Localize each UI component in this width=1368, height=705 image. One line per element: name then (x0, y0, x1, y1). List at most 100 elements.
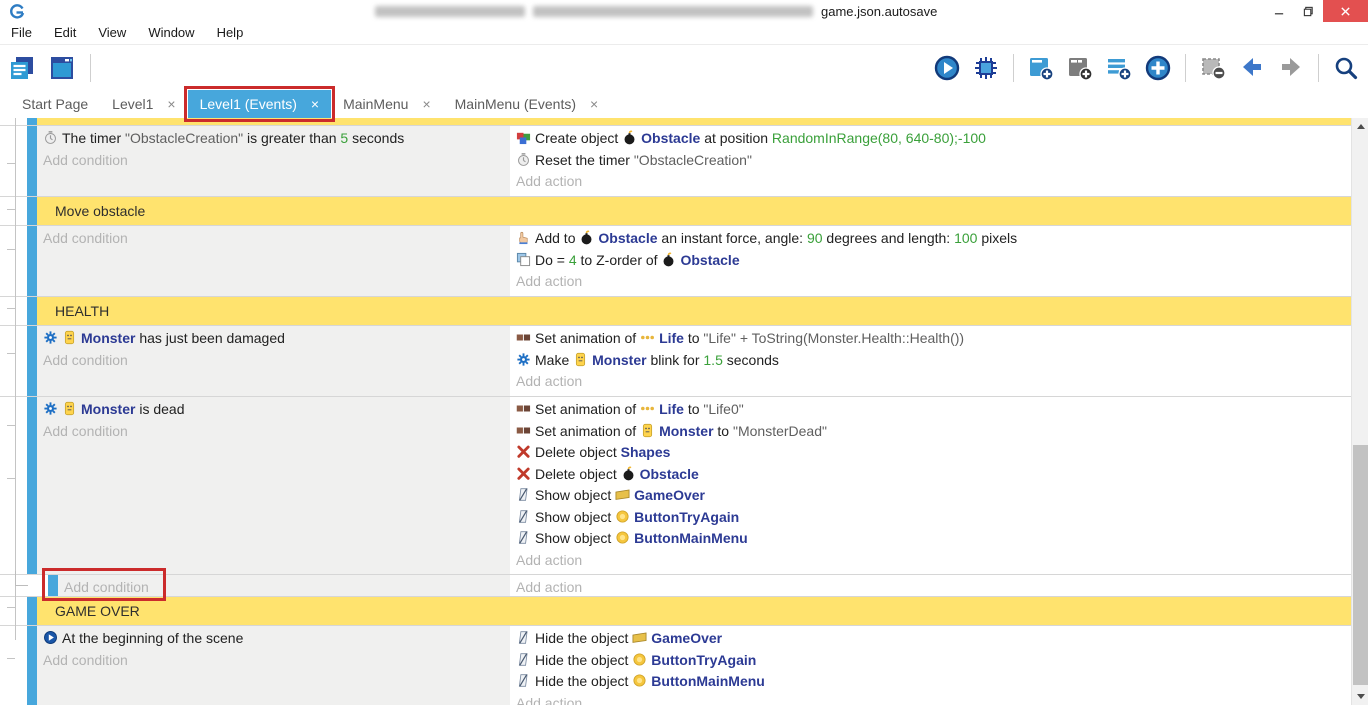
maximize-button[interactable] (1294, 0, 1323, 22)
menu-edit[interactable]: Edit (43, 22, 87, 44)
add-action-button[interactable]: Add action (516, 171, 1351, 193)
event-drag-handle[interactable] (27, 118, 37, 125)
tab-start-page[interactable]: Start Page (10, 90, 100, 118)
tab-level1[interactable]: Level1× (100, 90, 187, 118)
action-line[interactable]: Hide the object ButtonTryAgain (516, 650, 1351, 672)
action-line[interactable]: Reset the timer "ObstacleCreation" (516, 150, 1351, 172)
action-line[interactable]: Do = 4 to Z-order of Obstacle (516, 250, 1351, 272)
add-condition-button[interactable]: Add condition (43, 421, 510, 443)
add-circle-icon[interactable] (1144, 54, 1172, 82)
action-line[interactable]: Delete object Shapes (516, 442, 1351, 464)
condition-line[interactable]: Monster has just been damaged (43, 328, 510, 350)
actions-column: Set animation of Life to "Life0"Set anim… (510, 397, 1351, 574)
add-condition-button[interactable]: Add condition (43, 150, 510, 172)
close-tab-icon[interactable]: × (590, 96, 598, 112)
scrollbar-thumb[interactable] (1353, 445, 1368, 685)
action-line[interactable]: Show object ButtonTryAgain (516, 507, 1351, 529)
comment-text[interactable] (37, 118, 1351, 125)
add-condition-button[interactable]: Add condition (43, 350, 510, 372)
event-drag-handle[interactable] (27, 597, 37, 625)
close-tab-icon[interactable]: × (167, 96, 175, 112)
add-condition-button[interactable]: Add condition (64, 577, 510, 596)
add-subevent-icon[interactable] (1066, 54, 1094, 82)
tab-mainmenu-events[interactable]: MainMenu (Events)× (443, 90, 611, 118)
toolbar-left (8, 45, 93, 90)
undo-icon[interactable] (1238, 54, 1266, 82)
event-row: The timer "ObstacleCreation" is greater … (0, 126, 1351, 197)
add-condition-button[interactable]: Add condition (43, 228, 510, 250)
comment-row[interactable]: GAME OVER (0, 597, 1351, 626)
menu-view[interactable]: View (87, 22, 137, 44)
text-segment: Obstacle (640, 466, 699, 482)
text-segment: The timer (62, 130, 125, 146)
comment-row[interactable]: HEALTH (0, 297, 1351, 326)
comment-text[interactable]: Move obstacle (37, 197, 1351, 225)
menu-file[interactable]: File (0, 22, 43, 44)
add-comment-icon[interactable] (1105, 54, 1133, 82)
add-action-button[interactable]: Add action (516, 371, 1351, 393)
comment-text[interactable]: GAME OVER (37, 597, 1351, 625)
debug-icon[interactable] (972, 54, 1000, 82)
search-icon[interactable] (1332, 54, 1360, 82)
close-tab-icon[interactable]: × (422, 96, 430, 112)
action-line[interactable]: Hide the object GameOver (516, 628, 1351, 650)
comment-row[interactable]: Move obstacle (0, 197, 1351, 226)
event-drag-handle[interactable] (27, 397, 37, 574)
add-action-button[interactable]: Add action (516, 271, 1351, 293)
add-action-button[interactable]: Add action (516, 577, 1351, 596)
tab-mainmenu[interactable]: MainMenu× (331, 90, 443, 118)
vertical-scrollbar[interactable] (1351, 118, 1368, 705)
condition-line[interactable]: Monster is dead (43, 399, 510, 421)
menu-window[interactable]: Window (137, 22, 205, 44)
action-line[interactable]: Set animation of Monster to "MonsterDead… (516, 421, 1351, 443)
add-condition-button[interactable]: Add condition (43, 650, 510, 672)
window-title: game.json.autosave (375, 3, 937, 19)
scroll-up-icon[interactable] (1352, 118, 1368, 135)
action-line[interactable]: Delete object Obstacle (516, 464, 1351, 486)
condition-line[interactable]: At the beginning of the scene (43, 628, 510, 650)
event-drag-handle[interactable] (27, 297, 37, 325)
event-drag-handle[interactable] (27, 197, 37, 225)
text-segment: Delete object (535, 444, 621, 460)
redo-icon[interactable] (1277, 54, 1305, 82)
event-drag-handle[interactable] (27, 226, 37, 296)
add-action-button[interactable]: Add action (516, 550, 1351, 572)
comment-text[interactable]: HEALTH (37, 297, 1351, 325)
tab-level1-events[interactable]: Level1 (Events)× (188, 90, 331, 118)
action-line[interactable]: Make Monster blink for 1.5 seconds (516, 350, 1351, 372)
tab-label: Start Page (22, 96, 88, 112)
conditions-column: Monster has just been damagedAdd conditi… (37, 326, 510, 396)
close-tab-icon[interactable]: × (311, 96, 319, 112)
comment-row[interactable] (0, 118, 1351, 126)
action-line[interactable]: Set animation of Life to "Life" + ToStri… (516, 328, 1351, 350)
event-drag-handle[interactable] (48, 575, 58, 596)
action-line[interactable]: Show object GameOver (516, 485, 1351, 507)
action-line[interactable]: Hide the object ButtonMainMenu (516, 671, 1351, 693)
event-drag-handle[interactable] (27, 126, 37, 196)
close-button[interactable] (1323, 0, 1368, 22)
add-event-icon[interactable] (1027, 54, 1055, 82)
action-line[interactable]: Show object ButtonMainMenu (516, 528, 1351, 550)
menu-help[interactable]: Help (206, 22, 255, 44)
scene-editor-icon[interactable] (48, 54, 76, 82)
action-line[interactable]: Create object Obstacle at position Rando… (516, 128, 1351, 150)
text-segment: "ObstacleCreation" (125, 130, 243, 146)
text-segment: "ObstacleCreation" (634, 152, 752, 168)
toggle-disabled-icon[interactable] (1199, 54, 1227, 82)
scroll-down-icon[interactable] (1352, 688, 1368, 705)
event-drag-handle[interactable] (27, 326, 37, 396)
button-icon (615, 530, 630, 545)
project-manager-icon[interactable] (8, 54, 36, 82)
gameover-icon (615, 487, 630, 502)
condition-line[interactable]: The timer "ObstacleCreation" is greater … (43, 128, 510, 150)
action-line[interactable]: Add to Obstacle an instant force, angle:… (516, 228, 1351, 250)
action-line[interactable]: Set animation of Life to "Life0" (516, 399, 1351, 421)
minimize-button[interactable] (1265, 0, 1294, 22)
play-icon[interactable] (933, 54, 961, 82)
event-drag-handle[interactable] (27, 626, 37, 705)
text-segment: seconds (723, 352, 779, 368)
event-gutter (0, 197, 27, 225)
text-segment: to (714, 423, 733, 439)
toolbar-separator (1318, 54, 1319, 82)
add-action-button[interactable]: Add action (516, 693, 1351, 705)
